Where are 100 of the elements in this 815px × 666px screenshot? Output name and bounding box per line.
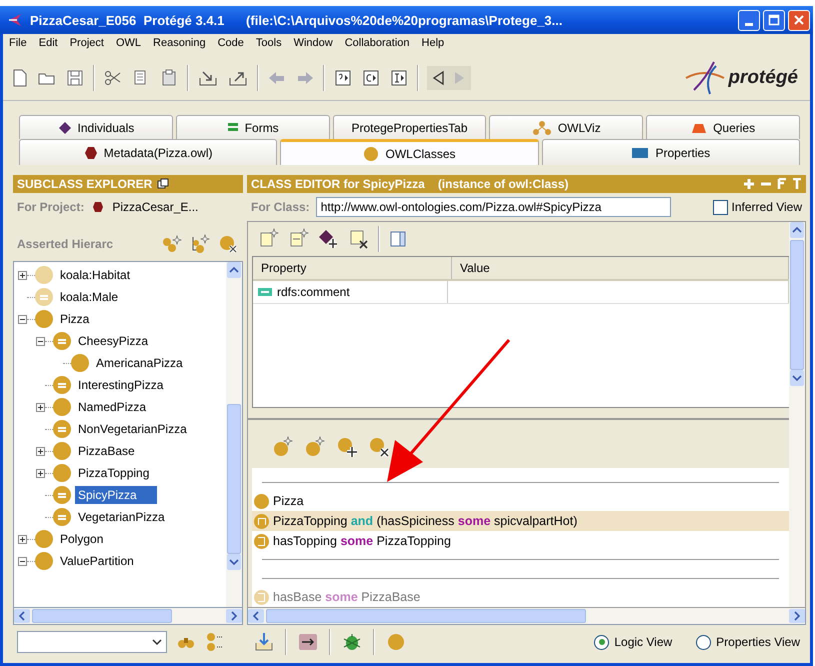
tab[interactable]: Forms <box>176 115 330 139</box>
close-icon <box>793 14 805 26</box>
class-button-icon[interactable] <box>361 68 381 88</box>
tree-item[interactable]: PizzaBase <box>75 442 138 460</box>
window-title: PizzaCesar_E056 Protégé 3.4.1 (file:\C:\Arquivos%20de%20programas\Protege_3... <box>30 12 564 28</box>
maximize-icon <box>768 14 780 26</box>
scrollbar-thumb[interactable] <box>790 240 804 370</box>
condition-row[interactable]: PizzaTopping and (hasSpiciness some spicvalpartHot) <box>252 511 789 531</box>
condition-row[interactable]: hasTopping some PizzaTopping <box>252 531 789 551</box>
condition-row[interactable]: hasBase some PizzaBase <box>252 587 789 607</box>
arrow-box-icon[interactable] <box>297 631 319 653</box>
scroll-left-button[interactable] <box>248 609 264 623</box>
tree-item[interactable]: CheesyPizza <box>75 332 152 350</box>
expand-toggle[interactable] <box>36 402 45 412</box>
tree-item[interactable]: koala:Habitat <box>57 266 134 284</box>
scroll-left-button[interactable] <box>14 609 30 623</box>
condition-row[interactable]: Pizza <box>252 491 789 511</box>
tab[interactable]: Metadata(Pizza.owl) <box>19 139 278 165</box>
tab[interactable]: Queries <box>646 115 800 139</box>
scroll-up-button[interactable] <box>790 222 804 238</box>
tab[interactable]: OWLViz <box>489 115 644 139</box>
scrollbar-thumb[interactable] <box>32 609 172 623</box>
project-label: For Project: <box>17 200 84 214</box>
class-uri-field[interactable]: http://www.owl-ontologies.com/Pizza.owl#SpicyPizza <box>316 197 671 217</box>
expand-toggle[interactable] <box>36 446 45 456</box>
expand-toggle[interactable] <box>18 556 27 566</box>
hierarchy-label: Asserted Hierarc <box>17 237 114 251</box>
save-icon[interactable] <box>65 68 85 88</box>
windows-icon[interactable] <box>157 178 170 190</box>
menu-item[interactable]: Project <box>70 37 104 53</box>
add-property-icon[interactable] <box>318 228 340 250</box>
maximize-button[interactable] <box>763 10 785 30</box>
tree-item[interactable]: ValuePartition <box>57 552 137 570</box>
expand-toggle[interactable] <box>18 534 27 544</box>
tab[interactable]: Individuals <box>19 115 173 139</box>
rectangle-icon <box>631 146 650 158</box>
class-icon <box>363 146 380 162</box>
scrollbar-thumb[interactable] <box>266 609 586 623</box>
tree-item[interactable]: VegetarianPizza <box>75 508 168 526</box>
tree-item[interactable]: koala:Male <box>57 288 122 306</box>
menu-item[interactable]: Collaboration <box>344 37 410 53</box>
tab[interactable]: OWLClasses <box>280 139 539 165</box>
delete-note-icon[interactable] <box>348 228 370 250</box>
panel-title: SUBCLASS EXPLORER <box>17 177 152 191</box>
close-button[interactable] <box>788 10 810 30</box>
add-class-icon[interactable] <box>336 436 358 458</box>
delete-class-icon[interactable] <box>217 233 239 255</box>
menu-item[interactable]: Edit <box>38 37 58 53</box>
chevron-down-icon <box>152 638 162 646</box>
menu-item[interactable]: OWL <box>116 37 142 53</box>
scroll-up-button[interactable] <box>227 262 241 278</box>
expand-toggle[interactable] <box>18 270 27 280</box>
tree-item[interactable]: SpicyPizza <box>75 486 157 504</box>
hexagon-icon <box>92 201 104 213</box>
plus-icon[interactable] <box>743 178 755 190</box>
expand-toggle[interactable] <box>36 468 45 478</box>
inferred-view-checkbox[interactable]: Inferred View <box>712 200 802 214</box>
view-radio[interactable]: Logic View <box>594 634 672 650</box>
minimize-button[interactable] <box>738 10 760 30</box>
tree-item[interactable]: NonVegetarianPizza <box>75 420 190 438</box>
tree-item[interactable]: PizzaTopping <box>75 464 152 482</box>
people-icon <box>532 120 552 136</box>
tree-item[interactable]: InterestingPizza <box>75 376 166 394</box>
tab[interactable]: ProtegePropertiesTab <box>332 115 486 139</box>
trapezoid-icon <box>691 122 708 134</box>
scroll-down-button[interactable] <box>790 370 804 386</box>
bug-icon[interactable] <box>341 631 363 653</box>
scissors-icon[interactable] <box>103 68 123 88</box>
menu-item[interactable]: Window <box>294 37 333 53</box>
diamond-icon <box>58 120 72 134</box>
search-dropdown[interactable] <box>17 631 167 653</box>
expand-toggle[interactable] <box>18 314 27 324</box>
column-header[interactable]: Property <box>253 257 452 279</box>
scrollbar-thumb[interactable] <box>227 404 241 554</box>
menu-item[interactable]: Tools <box>256 37 282 53</box>
scroll-right-button[interactable] <box>789 609 805 623</box>
project-name: PizzaCesar_E... <box>112 200 198 214</box>
query-button-icon[interactable] <box>333 68 353 88</box>
tree-item[interactable]: AmericanaPizza <box>93 354 186 372</box>
menu-item[interactable]: Reasoning <box>153 37 206 53</box>
form-icon <box>226 122 239 134</box>
annotation-icon <box>257 287 273 297</box>
tree-item[interactable]: Polygon <box>57 530 106 548</box>
tree-item[interactable]: Pizza <box>57 310 92 328</box>
view-radio[interactable]: Properties View <box>696 634 800 650</box>
create-class-icon[interactable] <box>272 436 294 458</box>
menu-item[interactable]: Code <box>218 37 244 53</box>
tab[interactable]: Properties <box>542 139 800 165</box>
menu-item[interactable]: Help <box>422 37 444 53</box>
expand-toggle[interactable] <box>36 336 45 346</box>
remove-class-icon[interactable] <box>368 436 390 458</box>
new-file-icon[interactable] <box>11 68 29 88</box>
add-subclass-icon[interactable] <box>161 234 183 254</box>
menu-item[interactable]: File <box>9 37 27 53</box>
instance-button-icon[interactable] <box>389 68 409 88</box>
scroll-right-button[interactable] <box>226 609 242 623</box>
download-icon[interactable] <box>253 631 275 653</box>
create-restriction-icon[interactable] <box>304 436 326 458</box>
tree-item[interactable]: NamedPizza <box>75 398 150 416</box>
scroll-down-button[interactable] <box>227 554 241 570</box>
